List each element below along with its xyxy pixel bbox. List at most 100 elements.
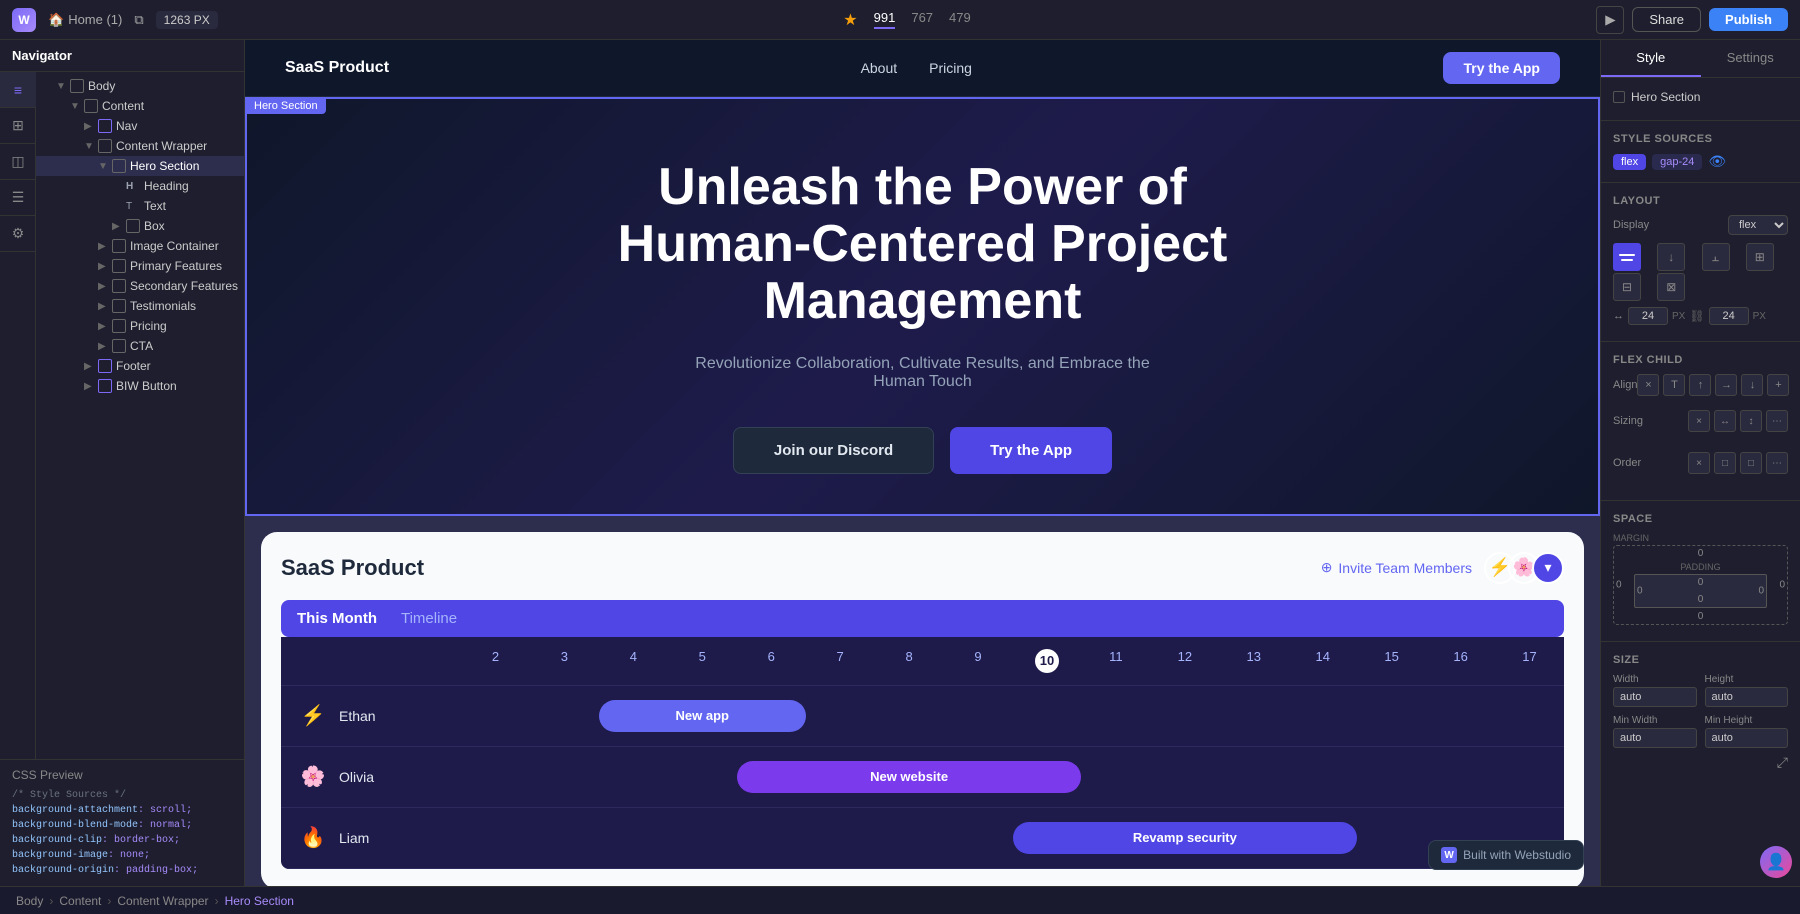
settings-icon[interactable]: ⚙ — [0, 216, 36, 252]
breakpoint-479[interactable]: 479 — [949, 10, 971, 29]
gap-y-input[interactable] — [1709, 307, 1749, 325]
tab-settings[interactable]: Settings — [1701, 40, 1800, 77]
app-preview-header: SaaS Product ⊕ Invite Team Members ⚡ 🌸 ▾ — [281, 552, 1564, 584]
nav-label: Pricing — [130, 319, 167, 333]
flex-align-center-icon[interactable]: ⊞ — [1746, 243, 1774, 271]
gap-x-input[interactable] — [1628, 307, 1668, 325]
nav-item-pricing[interactable]: ▶ Pricing — [36, 316, 244, 336]
star-icon[interactable]: ★ — [843, 10, 857, 30]
topbar-center: ★ 991 767 479 — [230, 10, 1585, 30]
expand-arrow: ▶ — [98, 341, 108, 352]
align-x-btn[interactable]: × — [1637, 374, 1659, 396]
nav-item-image-container[interactable]: ▶ Image Container — [36, 236, 244, 256]
user-avatar-btn[interactable]: 👤 — [1760, 846, 1792, 878]
publish-button[interactable]: Publish — [1709, 8, 1788, 31]
eye-icon[interactable]: 👁 — [1708, 153, 1726, 170]
height-input[interactable] — [1705, 687, 1789, 707]
preview-button[interactable]: ▶ — [1596, 6, 1624, 34]
components-icon[interactable]: ⊞ — [0, 108, 36, 144]
task-new-website[interactable]: New website — [737, 761, 1082, 793]
nav-label: Content Wrapper — [116, 139, 207, 153]
nav-item-box[interactable]: ▶ Box — [36, 216, 244, 236]
invite-button[interactable]: ⊕ Invite Team Members — [1321, 559, 1472, 576]
box-icon — [112, 339, 126, 353]
nav-item-biw-button[interactable]: ▶ BIW Button — [36, 376, 244, 396]
align-right-btn[interactable]: → — [1715, 374, 1737, 396]
left-sidebar: Navigator ≡ ⊞ ◫ ☰ ⚙ ▼ Body ▼ — [0, 40, 245, 886]
sizing-more-btn[interactable]: ⋯ — [1766, 410, 1788, 432]
flex-row-icon[interactable] — [1613, 243, 1641, 271]
tab-this-month[interactable]: This Month — [297, 610, 377, 627]
hero-section-check[interactable]: Hero Section — [1613, 90, 1788, 104]
order-x-btn[interactable]: × — [1688, 452, 1710, 474]
align-down-btn[interactable]: ↓ — [1741, 374, 1763, 396]
flex-down-icon[interactable]: ↓ — [1657, 243, 1685, 271]
nav-item-secondary-features[interactable]: ▶ Secondary Features — [36, 276, 244, 296]
ws-badge[interactable]: W Built with Webstudio — [1428, 840, 1584, 870]
duplicate-icon[interactable]: ⧉ — [134, 12, 143, 28]
checkbox-icon[interactable] — [1613, 91, 1625, 103]
style-sources-section: Style Sources flex gap-24 👁 — [1601, 121, 1800, 183]
breadcrumb-content[interactable]: Content — [59, 894, 101, 908]
nav-link-about[interactable]: About — [861, 60, 898, 76]
breadcrumb-hero-section[interactable]: Hero Section — [225, 894, 294, 908]
pages-icon[interactable]: ☰ — [0, 180, 36, 216]
breakpoint-767[interactable]: 767 — [911, 10, 933, 29]
source-gap-24[interactable]: gap-24 — [1652, 154, 1702, 170]
nav-item-cta[interactable]: ▶ CTA — [36, 336, 244, 356]
nav-item-content-wrapper[interactable]: ▼ Content Wrapper — [36, 136, 244, 156]
nav-item-testimonials[interactable]: ▶ Testimonials — [36, 296, 244, 316]
home-tab[interactable]: 🏠 Home (1) — [48, 12, 122, 28]
nav-item-hero-section[interactable]: ▼ Hero Section — [36, 156, 244, 176]
nav-cta-button[interactable]: Try the App — [1443, 52, 1560, 84]
nav-item-heading[interactable]: H Heading — [36, 176, 244, 196]
order-1-btn[interactable]: □ — [1714, 452, 1736, 474]
order-more-btn[interactable]: ⋯ — [1766, 452, 1788, 474]
min-height-input[interactable] — [1705, 728, 1789, 748]
expand-size-btn[interactable]: ⤢ — [1613, 754, 1788, 771]
min-width-input[interactable] — [1613, 728, 1697, 748]
breakpoint-991[interactable]: 991 — [874, 10, 896, 29]
flex-distribute-icon[interactable]: ⊟ — [1613, 273, 1641, 301]
breadcrumb-body[interactable]: Body — [16, 894, 43, 908]
nav-item-primary-features[interactable]: ▶ Primary Features — [36, 256, 244, 276]
breadcrumb-content-wrapper[interactable]: Content Wrapper — [117, 894, 208, 908]
nav-item-content[interactable]: ▼ Content — [36, 96, 244, 116]
nav-item-body[interactable]: ▼ Body — [36, 76, 244, 96]
task-revamp-security[interactable]: Revamp security — [1013, 822, 1358, 854]
sizing-v-btn[interactable]: ↕ — [1740, 410, 1762, 432]
nav-item-text[interactable]: T Text — [36, 196, 244, 216]
hero-section-label: Hero Section — [246, 98, 326, 114]
source-flex[interactable]: flex — [1613, 154, 1646, 170]
discord-button[interactable]: Join our Discord — [733, 427, 934, 474]
box-icon — [84, 99, 98, 113]
width-input[interactable] — [1613, 687, 1697, 707]
sizing-x-btn[interactable]: × — [1688, 410, 1710, 432]
chain-icon[interactable]: ⛓ — [1689, 309, 1704, 323]
flex-space-icon[interactable]: ⊠ — [1657, 273, 1685, 301]
share-button[interactable]: Share — [1632, 7, 1701, 32]
order-2-btn[interactable]: □ — [1740, 452, 1762, 474]
align-plus-btn[interactable]: + — [1767, 374, 1789, 396]
display-select[interactable]: flex block grid — [1728, 215, 1788, 235]
align-t-btn[interactable]: T — [1663, 374, 1685, 396]
expand-icon[interactable]: ⤢ — [1777, 754, 1788, 771]
try-app-button[interactable]: Try the App — [950, 427, 1112, 474]
sizing-h-btn[interactable]: ↔ — [1714, 410, 1736, 432]
padding-left-val: 0 — [1637, 586, 1643, 597]
flex-columns-icon[interactable]: ⫠ — [1702, 243, 1730, 271]
box-icon — [126, 219, 140, 233]
order-label: Order — [1613, 457, 1641, 469]
avatar-toggle[interactable]: ▾ — [1532, 552, 1564, 584]
header-day-2: 2 — [461, 637, 530, 685]
nav-link-pricing[interactable]: Pricing — [929, 60, 972, 76]
align-up-btn[interactable]: ↑ — [1689, 374, 1711, 396]
tab-style[interactable]: Style — [1601, 40, 1701, 77]
nav-item-footer[interactable]: ▶ Footer — [36, 356, 244, 376]
app-preview-actions: ⊕ Invite Team Members ⚡ 🌸 ▾ — [1321, 552, 1564, 584]
nav-item-nav[interactable]: ▶ Nav — [36, 116, 244, 136]
tab-timeline[interactable]: Timeline — [401, 610, 457, 627]
task-new-app[interactable]: New app — [599, 700, 806, 732]
assets-icon[interactable]: ◫ — [0, 144, 36, 180]
layers-icon[interactable]: ≡ — [0, 72, 36, 108]
